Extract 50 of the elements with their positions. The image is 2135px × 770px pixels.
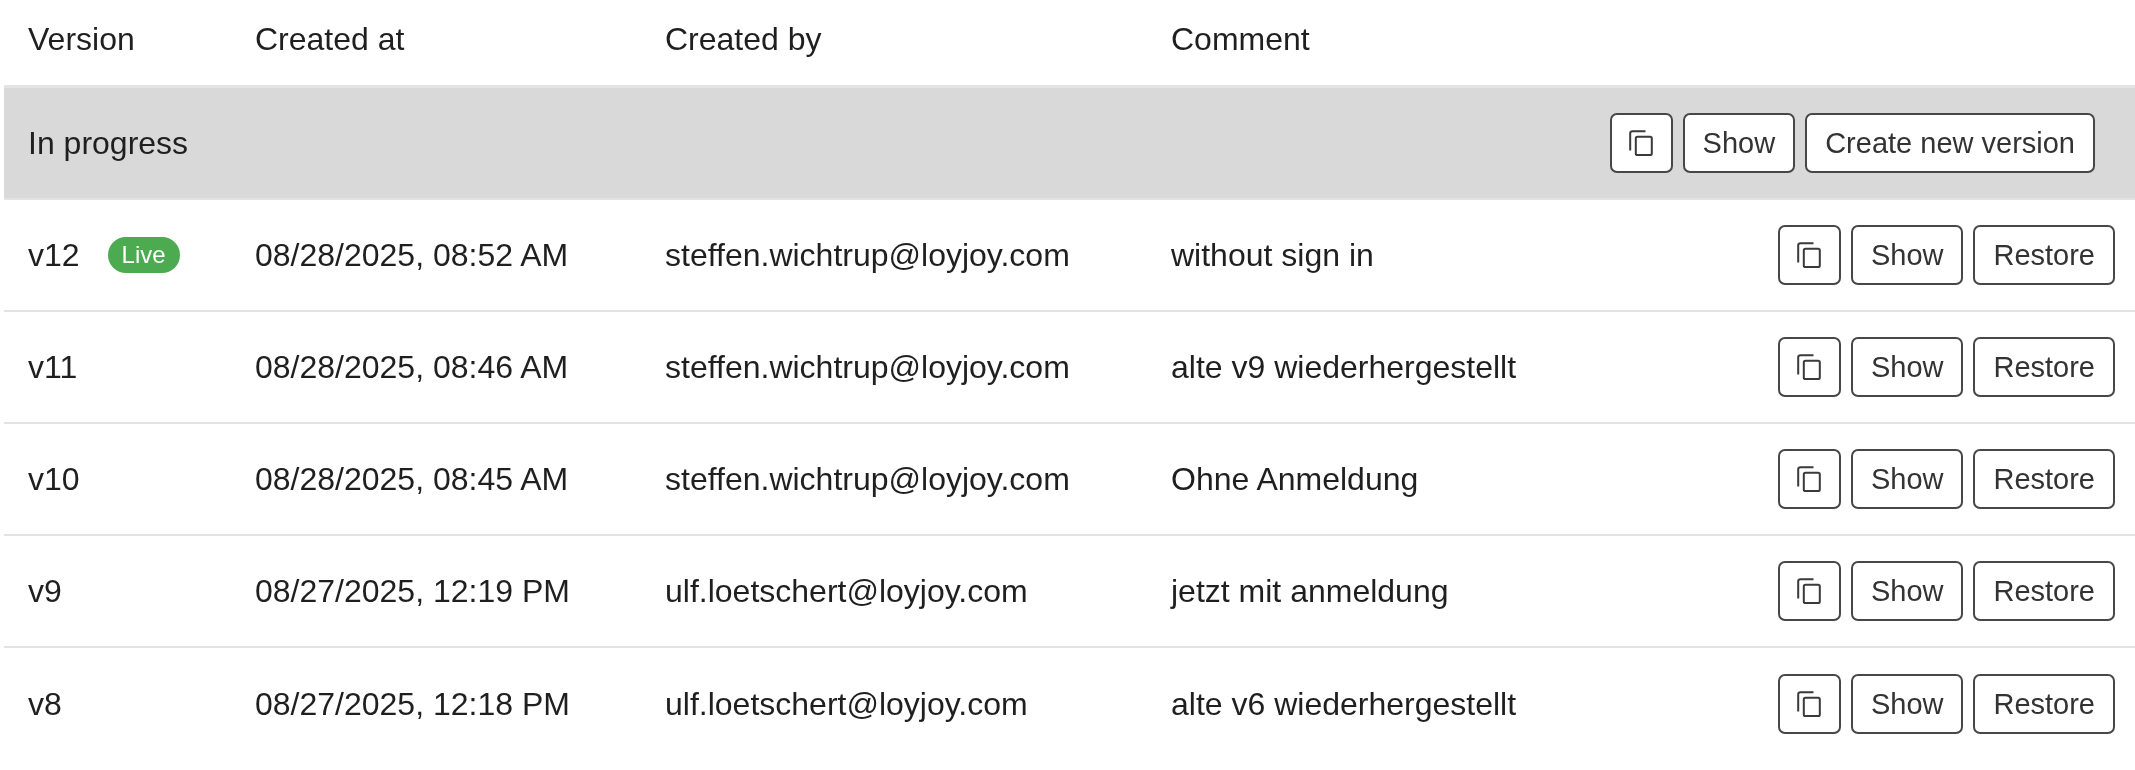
- restore-button[interactable]: Restore: [1973, 674, 2115, 734]
- copy-icon: [1797, 242, 1822, 268]
- comment-text: alte v9 wiederhergestellt: [1171, 348, 1517, 385]
- copy-button[interactable]: [1777, 674, 1841, 734]
- comment-text: alte v6 wiederhergestellt: [1171, 685, 1517, 722]
- show-button[interactable]: Show: [1850, 225, 1964, 285]
- created-by-email: steffen.wichtrup@loyjoy.com: [665, 236, 1070, 273]
- copy-button[interactable]: [1777, 337, 1841, 397]
- create-version-button[interactable]: Create new version: [1805, 113, 2095, 173]
- comment-text: jetzt mit anmeldung: [1171, 572, 1449, 609]
- restore-button[interactable]: Restore: [1973, 337, 2115, 397]
- show-button[interactable]: Show: [1850, 449, 1964, 509]
- column-header: Created at: [255, 21, 405, 57]
- column-header: Version: [28, 21, 135, 57]
- created-by-email: ulf.loetschert@loyjoy.com: [665, 572, 1028, 609]
- show-button[interactable]: Show: [1850, 674, 1964, 734]
- in-progress-label: In progress: [28, 124, 189, 162]
- version-text: v12: [28, 236, 80, 274]
- show-button[interactable]: Show: [1850, 561, 1964, 621]
- created-by-email: ulf.loetschert@loyjoy.com: [665, 685, 1028, 722]
- comment-text: Ohne Anmeldung: [1171, 460, 1419, 497]
- version-text: v11: [28, 348, 78, 386]
- version-text: v9: [28, 572, 62, 610]
- copy-icon: [1797, 578, 1822, 604]
- comment-text: without sign in: [1171, 236, 1374, 273]
- copy-icon: [1629, 130, 1654, 156]
- version-text: v8: [28, 685, 62, 723]
- created-by-email: steffen.wichtrup@loyjoy.com: [665, 348, 1070, 385]
- created-at-text: 08/28/2025, 08:46 AM: [255, 348, 569, 385]
- created-at-text: 08/28/2025, 08:45 AM: [255, 460, 569, 497]
- show-button[interactable]: Show: [1682, 113, 1796, 173]
- created-at-text: 08/27/2025, 12:18 PM: [255, 685, 570, 722]
- created-by-email: steffen.wichtrup@loyjoy.com: [665, 460, 1070, 497]
- live-badge: Live: [107, 237, 180, 273]
- copy-icon: [1797, 691, 1822, 717]
- copy-button[interactable]: [1777, 225, 1841, 285]
- show-button[interactable]: Show: [1850, 337, 1964, 397]
- copy-button[interactable]: [1777, 449, 1841, 509]
- created-at-text: 08/28/2025, 08:52 AM: [255, 236, 569, 273]
- column-header: Comment: [1171, 21, 1310, 57]
- copy-button[interactable]: [1777, 561, 1841, 621]
- column-header: Created by: [665, 21, 822, 57]
- copy-icon: [1797, 354, 1822, 380]
- restore-button[interactable]: Restore: [1973, 225, 2115, 285]
- restore-button[interactable]: Restore: [1973, 449, 2115, 509]
- copy-button[interactable]: [1609, 113, 1673, 173]
- created-at-text: 08/27/2025, 12:19 PM: [255, 572, 570, 609]
- restore-button[interactable]: Restore: [1973, 561, 2115, 621]
- version-text: v10: [28, 460, 80, 498]
- copy-icon: [1797, 466, 1822, 492]
